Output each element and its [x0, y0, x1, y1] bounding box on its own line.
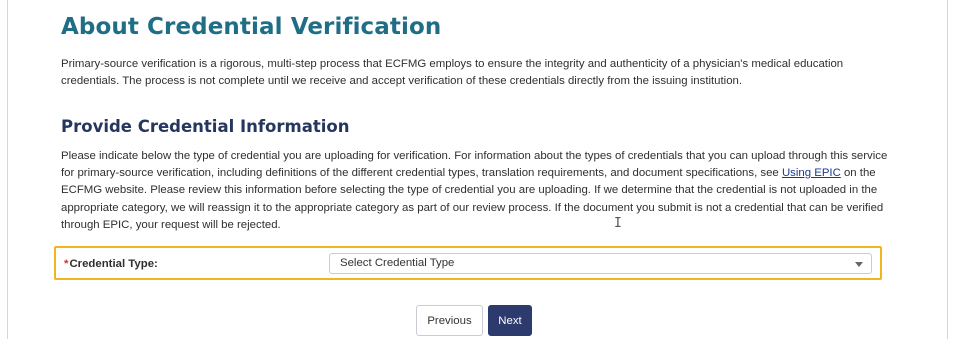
- text-cursor-icon: I: [614, 216, 622, 231]
- chevron-down-icon: [855, 262, 863, 267]
- credential-type-row: *Credential Type: Select Credential Type: [54, 246, 882, 280]
- credential-type-label: *Credential Type:: [64, 258, 158, 270]
- about-description: Primary-source verification is a rigorou…: [61, 56, 891, 90]
- required-marker: *: [64, 258, 69, 270]
- previous-button[interactable]: Previous: [416, 305, 483, 336]
- provide-description: Please indicate below the type of creden…: [61, 148, 891, 234]
- using-epic-link[interactable]: Using EPIC: [782, 167, 841, 179]
- credential-type-label-text: Credential Type:: [69, 258, 158, 270]
- page-title: About Credential Verification: [61, 14, 442, 40]
- section-title: Provide Credential Information: [61, 117, 350, 136]
- provide-text-before-link: Please indicate below the type of creden…: [61, 150, 888, 180]
- about-description-line2: The process is not complete until we rec…: [122, 75, 743, 88]
- next-button[interactable]: Next: [488, 305, 532, 336]
- credential-type-select-value: Select Credential Type: [340, 257, 455, 269]
- credential-type-select[interactable]: Select Credential Type: [329, 253, 872, 274]
